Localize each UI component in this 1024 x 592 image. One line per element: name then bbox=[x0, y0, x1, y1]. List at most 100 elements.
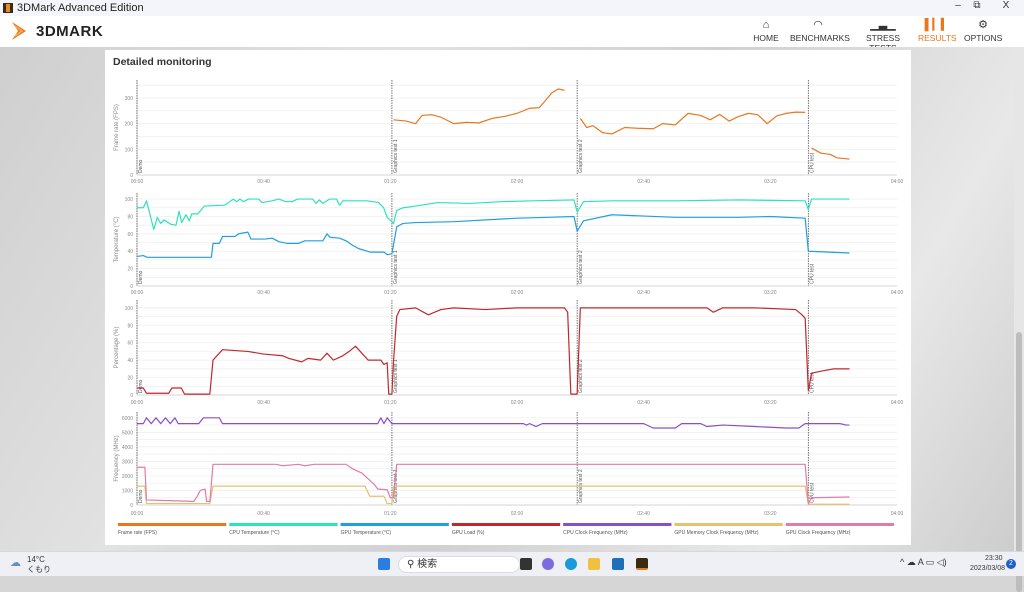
y-tick-label: 20 bbox=[127, 376, 133, 382]
y-tick-label: 40 bbox=[127, 249, 133, 255]
x-tick-label: 02:40 bbox=[637, 511, 650, 517]
taskbar: ☁ 14°C くもり ⚲ 検索 ^ ☁ A ▭ ◁) 23:30 2023/03… bbox=[0, 551, 1024, 576]
x-tick-label: 02:00 bbox=[511, 290, 524, 296]
chart-panel-1: 010020030000:00 00:40 01:20 02:00 02:40 03:20… bbox=[114, 80, 903, 185]
edge-icon[interactable] bbox=[565, 558, 577, 570]
notification-badge[interactable]: 2 bbox=[1006, 559, 1016, 569]
legend-swatch bbox=[563, 523, 672, 526]
series-line-frame-rate-fps- bbox=[579, 111, 806, 135]
chart-panel-2: 02040608010000:00 00:40 01:20 02:00 02:40 03:… bbox=[114, 193, 903, 296]
test-marker-label: CPU test bbox=[809, 152, 815, 173]
x-tick-label: 01:20 bbox=[384, 179, 397, 185]
task-view-icon[interactable] bbox=[520, 558, 532, 570]
legend-label: GPU Load (%) bbox=[452, 530, 485, 536]
y-tick-label: 300 bbox=[125, 96, 134, 102]
y-tick-label: 60 bbox=[127, 232, 133, 238]
series-line-cpu-clock-frequency-mhz- bbox=[137, 417, 850, 429]
legend-label: CPU Temperature (°C) bbox=[229, 530, 280, 536]
x-tick-label: 02:40 bbox=[637, 400, 650, 406]
x-tick-label: 03:20 bbox=[764, 290, 777, 296]
legend-swatch bbox=[229, 523, 338, 526]
x-tick-label: 02:00 bbox=[511, 179, 524, 185]
y-tick-label: 80 bbox=[127, 214, 133, 220]
3dmark-taskbar-icon[interactable] bbox=[636, 558, 648, 570]
legend-label: GPU Clock Frequency (MHz) bbox=[786, 530, 851, 536]
y-tick-label: 6000 bbox=[122, 416, 133, 422]
x-tick-label: 01:20 bbox=[384, 511, 397, 517]
search-box[interactable]: ⚲ 検索 bbox=[398, 556, 520, 573]
weather-temp[interactable]: 14°C bbox=[27, 555, 45, 564]
y-tick-label: 60 bbox=[127, 341, 133, 347]
y-tick-label: 4000 bbox=[122, 445, 133, 451]
clock-time[interactable]: 23:30 bbox=[985, 555, 1003, 562]
x-tick-label: 04:00 bbox=[891, 400, 904, 406]
test-marker-label: Demo bbox=[138, 489, 144, 503]
series-line-gpu-memory-clock-frequency-mhz- bbox=[137, 485, 850, 505]
start-icon[interactable] bbox=[378, 558, 390, 570]
legend-label: GPU Memory Clock Frequency (MHz) bbox=[674, 530, 759, 536]
y-tick-label: 3000 bbox=[122, 459, 133, 465]
x-tick-label: 00:00 bbox=[131, 290, 144, 296]
test-marker-label: Graphics test 2 bbox=[578, 139, 584, 173]
y-tick-label: 80 bbox=[127, 323, 133, 329]
weather-desc[interactable]: くもり bbox=[27, 564, 51, 575]
legend-item: GPU Memory Clock Frequency (MHz) bbox=[674, 523, 783, 536]
explorer-icon[interactable] bbox=[588, 558, 600, 570]
y-tick-label: 5000 bbox=[122, 430, 133, 436]
test-marker-label: Graphics test 1 bbox=[393, 250, 399, 284]
x-tick-label: 00:00 bbox=[131, 179, 144, 185]
series-line-gpu-load- bbox=[137, 307, 850, 395]
test-marker-label: Demo bbox=[138, 270, 144, 284]
weather-icon: ☁ bbox=[10, 557, 21, 569]
x-tick-label: 03:20 bbox=[764, 511, 777, 517]
legend-swatch bbox=[674, 523, 783, 526]
x-tick-label: 02:00 bbox=[511, 400, 524, 406]
test-marker-label: CPU test bbox=[809, 263, 815, 284]
legend-item: CPU Clock Frequency (MHz) bbox=[563, 523, 672, 536]
y-tick-label: 2000 bbox=[122, 474, 133, 480]
test-marker-label: Graphics test 2 bbox=[578, 250, 584, 284]
tray-icons[interactable]: ^ ☁ A ▭ ◁) bbox=[900, 557, 947, 568]
chart-panel-3: 0 20 40 60 80 100 00:00 00:40 01:20 02:00 02:40 03:… bbox=[114, 300, 903, 406]
search-placeholder: 検索 bbox=[417, 559, 438, 570]
x-tick-label: 01:20 bbox=[384, 290, 397, 296]
search-icon: ⚲ bbox=[407, 559, 418, 570]
x-tick-label: 01:20 bbox=[384, 400, 397, 406]
y-tick-label: 100 bbox=[125, 197, 134, 203]
x-tick-label: 00:00 bbox=[131, 400, 144, 406]
y-tick-label: 0 bbox=[130, 393, 133, 399]
legend-swatch bbox=[451, 523, 561, 526]
clock-date[interactable]: 2023/03/08 bbox=[970, 565, 1005, 572]
y-tick-label: 20 bbox=[127, 267, 133, 273]
legend-swatch bbox=[785, 523, 894, 526]
x-tick-label: 02:00 bbox=[511, 511, 524, 517]
series-line-frame-rate-fps- bbox=[393, 88, 565, 125]
y-tick-label: 100 bbox=[125, 147, 134, 153]
y-tick-label: 40 bbox=[127, 358, 133, 364]
chart-panel-4: 0 1000 2000 3000 4000 5000 6000 00:00 00:40 01:20… bbox=[114, 412, 903, 517]
legend-swatch bbox=[340, 523, 449, 526]
series-line-frame-rate-fps- bbox=[811, 147, 850, 160]
x-tick-label: 00:40 bbox=[257, 400, 270, 406]
legend-swatch bbox=[118, 523, 227, 526]
y-tick-label: 1000 bbox=[122, 488, 133, 494]
y-axis-label: Frequency (MHz) bbox=[114, 435, 120, 481]
y-axis-label: Temperature (°C) bbox=[114, 216, 120, 262]
legend-item: Frame rate (FPS) bbox=[118, 523, 227, 536]
legend-label: Frame rate (FPS) bbox=[118, 530, 157, 536]
legend-item: CPU Temperature (°C) bbox=[229, 523, 338, 536]
legend-label: CPU Clock Frequency (MHz) bbox=[563, 530, 628, 536]
x-tick-label: 04:00 bbox=[891, 511, 904, 517]
y-tick-label: 100 bbox=[125, 306, 134, 312]
x-tick-label: 04:00 bbox=[891, 179, 904, 185]
legend-item: GPU Temperature (°C) bbox=[340, 523, 449, 536]
store-icon[interactable] bbox=[612, 558, 624, 570]
legend-label: GPU Temperature (°C) bbox=[341, 530, 392, 536]
x-tick-label: 02:40 bbox=[637, 179, 650, 185]
test-marker-label: Graphics test 2 bbox=[578, 359, 584, 393]
x-tick-label: 04:00 bbox=[891, 290, 904, 296]
x-tick-label: 00:00 bbox=[131, 511, 144, 517]
legend-item: GPU Load (%) bbox=[451, 523, 561, 536]
chat-icon[interactable] bbox=[542, 558, 554, 570]
test-marker-label: Demo bbox=[138, 379, 144, 393]
